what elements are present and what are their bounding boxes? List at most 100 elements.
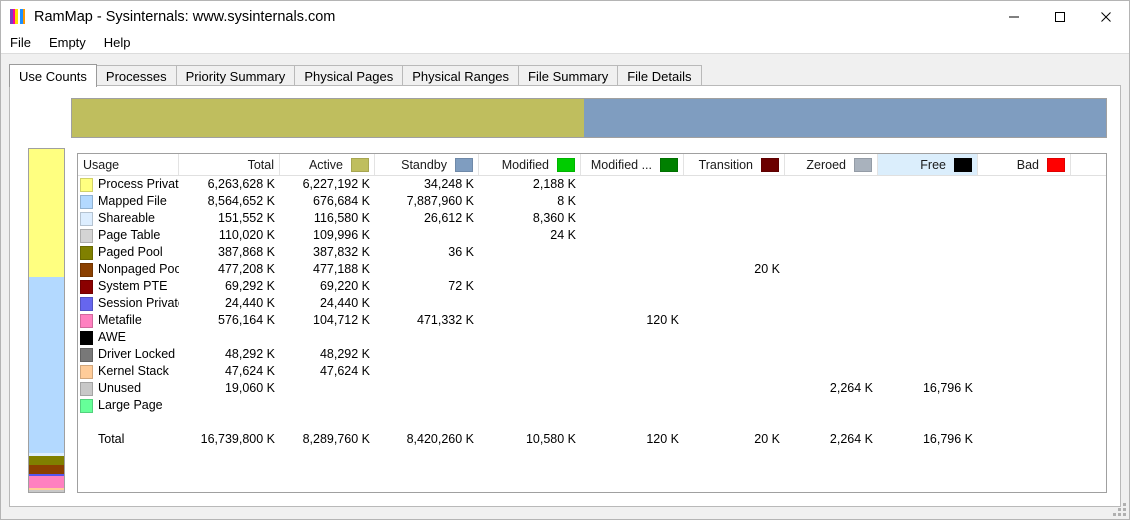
table-row[interactable]: AWE (78, 329, 1106, 346)
cell-total: 19,060 K (224, 381, 275, 395)
cell-modifiednw (581, 227, 684, 244)
window-controls (991, 1, 1129, 32)
table-row[interactable]: Process Private 6,263,628 K 6,227,192 K 34,… (78, 176, 1106, 193)
cell-active: 676,684 K (313, 194, 370, 208)
cell-modifiednw (581, 278, 684, 295)
tab-priority-summary[interactable]: Priority Summary (175, 65, 296, 86)
cell-transition (684, 312, 785, 329)
table-header-row: Usage Total Active Standby Modified Modified … (78, 154, 1106, 176)
table-row[interactable]: Shareable 151,552 K 116,580 K 26,612 K 8,360… (78, 210, 1106, 227)
tab-strip: Use Counts Processes Priority Summary Ph… (9, 64, 1121, 87)
cell-bad (978, 193, 1071, 210)
table-row[interactable]: Page Table 110,020 K 109,996 K 24 K (78, 227, 1106, 244)
tab-physical-pages[interactable]: Physical Pages (294, 65, 404, 86)
tab-use-counts[interactable]: Use Counts (9, 64, 97, 87)
cell-total: 47,624 K (224, 364, 275, 378)
table-row[interactable]: Unused 19,060 K 2,264 K 16,796 K (78, 380, 1106, 397)
cell-free (878, 278, 978, 295)
cell-zeroed: 2,264 K (829, 432, 873, 446)
cell-standby (375, 261, 479, 278)
column-header-transition[interactable]: Transition (684, 154, 785, 175)
column-header-label: Free (920, 157, 946, 172)
cell-usage: Paged Pool (78, 244, 179, 261)
column-header-standby[interactable]: Standby (375, 154, 479, 175)
column-header-modified[interactable]: Modified (479, 154, 581, 175)
cell-total: 48,292 K (224, 347, 275, 361)
title-bar: RamMap - Sysinternals: www.sysinternals.… (1, 1, 1129, 32)
close-button[interactable] (1083, 1, 1129, 32)
cell-free (878, 176, 978, 193)
row-color-swatch (80, 211, 93, 226)
cell-usage: Driver Locked (78, 346, 179, 363)
column-color-swatch (761, 157, 779, 172)
cell-modified: 24 K (550, 228, 576, 242)
row-usage-label: Paged Pool (98, 245, 163, 259)
table-row[interactable]: Driver Locked 48,292 K 48,292 K (78, 346, 1106, 363)
column-header-free[interactable]: Free (878, 154, 978, 175)
cell-modified: 10,580 K (525, 432, 576, 446)
menu-item-file[interactable]: File (1, 33, 40, 52)
table-row[interactable]: Total 16,739,800 K 8,289,760 K 8,420,260 K 1… (78, 431, 1106, 448)
menu-item-empty[interactable]: Empty (40, 33, 95, 52)
cell-usage: Mapped File (78, 193, 179, 210)
row-color-swatch (80, 347, 93, 362)
column-color-swatch (1047, 157, 1065, 172)
cell-zeroed (785, 244, 878, 261)
table-row[interactable]: Kernel Stack 47,624 K 47,624 K (78, 363, 1106, 380)
cell-bad (978, 227, 1071, 244)
column-header-zeroed[interactable]: Zeroed (785, 154, 878, 175)
cell-transition (684, 414, 785, 431)
table-row[interactable] (78, 414, 1106, 431)
tab-physical-ranges[interactable]: Physical Ranges (402, 65, 520, 86)
column-header-usage[interactable]: Usage (78, 154, 179, 175)
tab-file-summary[interactable]: File Summary (518, 65, 619, 86)
cell-bad (978, 329, 1071, 346)
row-usage-label: Nonpaged Pool (98, 262, 179, 276)
column-header-active[interactable]: Active (280, 154, 375, 175)
resize-grip[interactable] (1113, 503, 1126, 516)
cell-active: 387,832 K (313, 245, 370, 259)
cell-modifiednw (581, 414, 684, 431)
cell-transition (684, 397, 785, 414)
menu-item-help[interactable]: Help (95, 33, 140, 52)
cell-modifiednw (581, 295, 684, 312)
cell-active (280, 397, 375, 414)
cell-active (280, 380, 375, 397)
table-row[interactable]: Metafile 576,164 K 104,712 K 471,332 K 120 K (78, 312, 1106, 329)
column-header-bad[interactable]: Bad (978, 154, 1071, 175)
cell-modified (479, 380, 581, 397)
table-row[interactable]: Mapped File 8,564,652 K 676,684 K 7,887,960… (78, 193, 1106, 210)
cell-zeroed (785, 227, 878, 244)
cell-transition: 20 K (754, 262, 780, 276)
cell-modified: 8,360 K (532, 211, 576, 225)
cell-usage: Page Table (78, 227, 179, 244)
row-color-swatch (80, 296, 93, 311)
row-usage-label: Unused (98, 381, 142, 395)
cell-active (280, 329, 375, 346)
cell-zeroed (785, 295, 878, 312)
tab-processes[interactable]: Processes (95, 65, 177, 86)
cell-transition (684, 380, 785, 397)
cell-transition (684, 176, 785, 193)
column-header-total[interactable]: Total (179, 154, 280, 175)
table-row[interactable]: Paged Pool 387,868 K 387,832 K 36 K (78, 244, 1106, 261)
column-color-swatch (557, 157, 575, 172)
row-usage-label: System PTE (98, 279, 168, 293)
cell-total: 24,440 K (224, 296, 275, 310)
cell-usage: Total (78, 431, 179, 448)
cell-free: 16,796 K (922, 432, 973, 446)
minimize-button[interactable] (991, 1, 1037, 32)
column-header-modifiednw[interactable]: Modified ... (581, 154, 684, 175)
cell-active: 48,292 K (319, 347, 370, 361)
cell-transition (684, 346, 785, 363)
cell-transition (684, 278, 785, 295)
tab-file-details[interactable]: File Details (617, 65, 702, 86)
maximize-button[interactable] (1037, 1, 1083, 32)
row-color-swatch (80, 330, 93, 345)
table-row[interactable]: System PTE 69,292 K 69,220 K 72 K (78, 278, 1106, 295)
cell-modifiednw: 120 K (646, 432, 679, 446)
table-row[interactable]: Large Page (78, 397, 1106, 414)
table-row[interactable]: Nonpaged Pool 477,208 K 477,188 K 20 K (78, 261, 1106, 278)
table-row[interactable]: Session Private 24,440 K 24,440 K (78, 295, 1106, 312)
row-usage-label: Large Page (98, 398, 163, 412)
